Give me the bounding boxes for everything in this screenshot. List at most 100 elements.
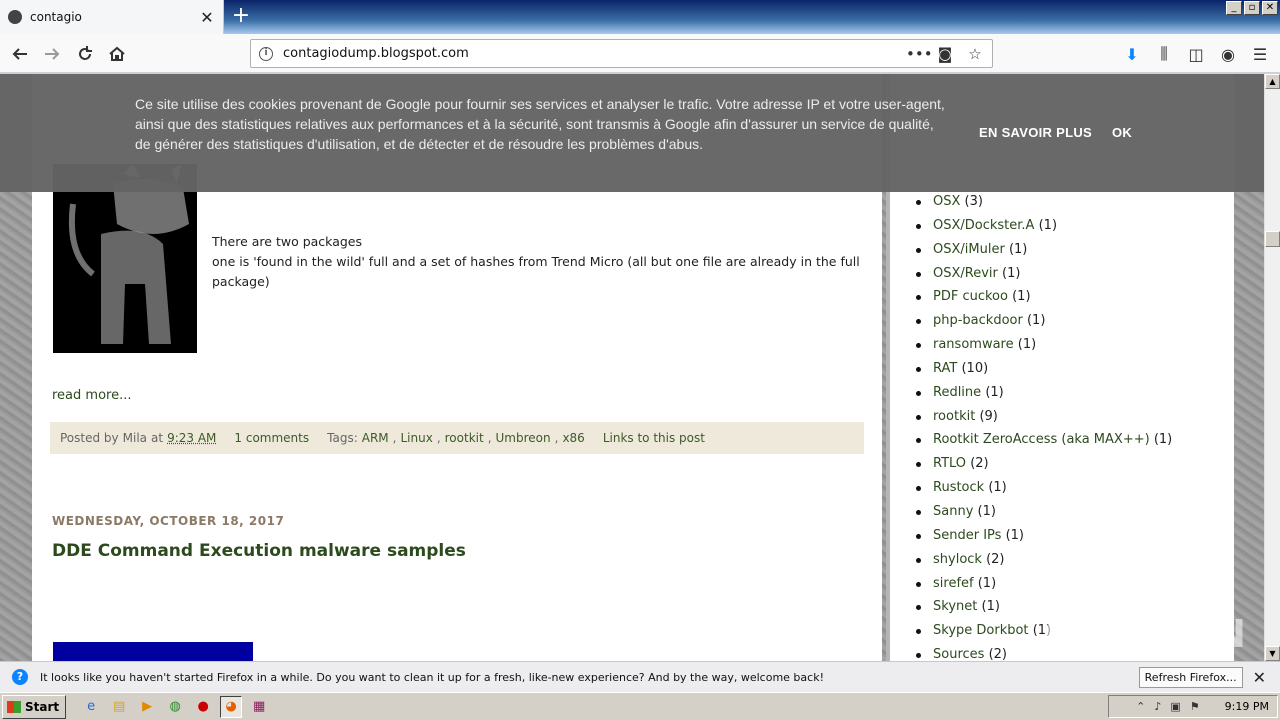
post-time-link[interactable]: 9:23 AM bbox=[167, 431, 216, 445]
account-icon[interactable]: ◉ bbox=[1214, 40, 1242, 68]
label-link[interactable]: Rustock bbox=[933, 480, 984, 495]
tag-link[interactable]: Linux bbox=[400, 431, 432, 445]
label-link[interactable]: Skynet bbox=[933, 599, 977, 614]
label-link[interactable]: Sources bbox=[933, 647, 984, 661]
comments-link[interactable]: 1 comments bbox=[234, 431, 309, 445]
scroll-down-icon[interactable]: ▼ bbox=[1265, 646, 1280, 661]
links-to-post-link[interactable]: Links to this post bbox=[603, 431, 705, 445]
tag-link[interactable]: Umbreon bbox=[496, 431, 551, 445]
page-scrollbar[interactable]: ▲ ▼ bbox=[1264, 74, 1280, 661]
scroll-up-icon[interactable]: ▲ bbox=[1265, 74, 1280, 89]
site-info-icon[interactable]: i bbox=[259, 46, 273, 61]
label-link[interactable]: OSX/Dockster.A bbox=[933, 218, 1034, 233]
tag-link[interactable]: x86 bbox=[562, 431, 584, 445]
refresh-firefox-button[interactable]: Refresh Firefox... bbox=[1138, 666, 1243, 688]
label-link[interactable]: OSX/Revir bbox=[933, 266, 998, 281]
home-button[interactable] bbox=[103, 40, 131, 68]
pocket-icon[interactable]: ◙ bbox=[936, 45, 954, 63]
tab-contagio[interactable]: contagio ✕ bbox=[0, 0, 224, 34]
forward-button[interactable] bbox=[38, 40, 66, 68]
label-link[interactable]: OSX/iMuler bbox=[933, 242, 1005, 257]
post-footer: Posted by Mila at 9:23 AM 1 comments Tag… bbox=[50, 422, 864, 454]
notification-message: It looks like you haven't started Firefo… bbox=[40, 670, 824, 684]
cookie-banner: Ce site utilise des cookies provenant de… bbox=[0, 74, 1264, 192]
opera-icon[interactable]: ● bbox=[192, 696, 214, 718]
sidebar-toggle-icon[interactable]: ◫ bbox=[1182, 40, 1210, 68]
new-tab-button[interactable]: + bbox=[228, 4, 254, 30]
label-link[interactable]: Sender IPs bbox=[933, 528, 1001, 543]
label-list-item: shylock (2) bbox=[916, 548, 1172, 572]
start-button[interactable]: Start bbox=[2, 694, 67, 719]
label-list-item: rootkit (9) bbox=[916, 405, 1172, 429]
label-link[interactable]: Sanny bbox=[933, 504, 973, 519]
tag-link[interactable]: ARM bbox=[362, 431, 389, 445]
clock: 9:19 PM bbox=[1224, 700, 1269, 713]
label-list-item: Sanny (1) bbox=[916, 500, 1172, 524]
label-link[interactable]: PDF cuckoo bbox=[933, 289, 1008, 304]
label-count: (1) bbox=[1002, 265, 1021, 281]
tag-link[interactable]: rootkit bbox=[445, 431, 484, 445]
post-image-blue[interactable] bbox=[53, 642, 253, 661]
scroll-thumb[interactable] bbox=[1265, 231, 1280, 247]
label-link[interactable]: ransomware bbox=[933, 337, 1014, 352]
label-link[interactable]: sirefef bbox=[933, 576, 974, 591]
read-more-link[interactable]: read more... bbox=[52, 388, 131, 403]
ie-icon[interactable]: e bbox=[80, 696, 102, 718]
windows-logo-icon bbox=[7, 700, 21, 713]
label-count: (1) bbox=[1153, 432, 1173, 448]
library-icon[interactable]: ⫼ bbox=[1150, 40, 1178, 68]
tab-bar: contagio ✕ + _ ▫ ✕ bbox=[0, 0, 1280, 34]
folder-icon[interactable]: ▤ bbox=[108, 696, 130, 718]
label-link[interactable]: RAT bbox=[933, 361, 957, 376]
back-button[interactable] bbox=[6, 40, 34, 68]
label-list-item: Redline (1) bbox=[916, 381, 1172, 405]
label-link[interactable]: Skype Dorkbot bbox=[933, 623, 1029, 638]
tray-arrow-icon[interactable]: ⌃ bbox=[1136, 700, 1145, 713]
label-count: (1) bbox=[977, 575, 997, 591]
post-body-text: There are two packages one is 'found in … bbox=[212, 232, 862, 292]
label-list-item: OSX (3) bbox=[916, 190, 1172, 214]
label-link[interactable]: rootkit bbox=[933, 409, 975, 424]
cookie-text: Ce site utilise des cookies provenant de… bbox=[135, 96, 945, 152]
downloads-icon[interactable]: ⬇ bbox=[1118, 40, 1146, 68]
window-controls: _ ▫ ✕ bbox=[1226, 1, 1278, 15]
anyrun-watermark: ANY RUN bbox=[1040, 612, 1248, 656]
page-actions-icon[interactable]: ••• bbox=[906, 45, 933, 63]
firefox-icon[interactable]: ◕ bbox=[220, 695, 243, 718]
bookmark-star-icon[interactable]: ☆ bbox=[966, 45, 984, 63]
ascii-cat-art bbox=[68, 164, 189, 344]
cookie-ok-button[interactable]: OK bbox=[1112, 125, 1132, 140]
posted-by-label: Posted by bbox=[60, 431, 119, 445]
media-player-icon[interactable]: ▶ bbox=[136, 696, 158, 718]
post-title-link[interactable]: DDE Command Execution malware samples bbox=[52, 541, 466, 561]
label-link[interactable]: Redline bbox=[933, 385, 981, 400]
notification-close-icon[interactable]: ✕ bbox=[1253, 668, 1266, 687]
label-link[interactable]: RTLO bbox=[933, 456, 966, 471]
network-icon[interactable]: ▣ bbox=[1170, 700, 1180, 713]
label-link[interactable]: Rootkit ZeroAccess (aka MAX++) bbox=[933, 432, 1150, 447]
label-count: (1) bbox=[985, 384, 1004, 400]
label-list-item: sirefef (1) bbox=[916, 572, 1172, 596]
label-link[interactable]: shylock bbox=[933, 552, 982, 567]
minimize-button[interactable]: _ bbox=[1226, 1, 1242, 15]
navigation-toolbar: i contagiodump.blogspot.com ••• ◙ ☆ ⬇ ⫼ … bbox=[0, 34, 1280, 73]
learn-more-button[interactable]: EN SAVOIR PLUS bbox=[979, 125, 1092, 140]
label-list-item: Rustock (1) bbox=[916, 476, 1172, 500]
label-list-item: RTLO (2) bbox=[916, 452, 1172, 476]
label-link[interactable]: OSX bbox=[933, 194, 960, 209]
winrar-icon[interactable]: ▦ bbox=[248, 696, 270, 718]
url-bar[interactable]: i contagiodump.blogspot.com ••• ◙ ☆ bbox=[250, 39, 993, 68]
post-image-ascii-cat[interactable] bbox=[53, 164, 197, 353]
volume-icon[interactable]: ♪ bbox=[1154, 700, 1161, 713]
url-text[interactable]: contagiodump.blogspot.com bbox=[283, 46, 894, 61]
start-label: Start bbox=[25, 699, 60, 714]
flag-icon[interactable]: ⚑ bbox=[1190, 700, 1200, 713]
reload-button[interactable] bbox=[71, 40, 99, 68]
menu-icon[interactable]: ☰ bbox=[1246, 40, 1274, 68]
reload-icon bbox=[79, 46, 92, 60]
window-close-button[interactable]: ✕ bbox=[1262, 1, 1278, 15]
restore-button[interactable]: ▫ bbox=[1244, 1, 1260, 15]
tab-close-icon[interactable]: ✕ bbox=[199, 8, 215, 27]
label-link[interactable]: php-backdoor bbox=[933, 313, 1023, 328]
chrome-icon[interactable]: ◍ bbox=[164, 696, 186, 718]
